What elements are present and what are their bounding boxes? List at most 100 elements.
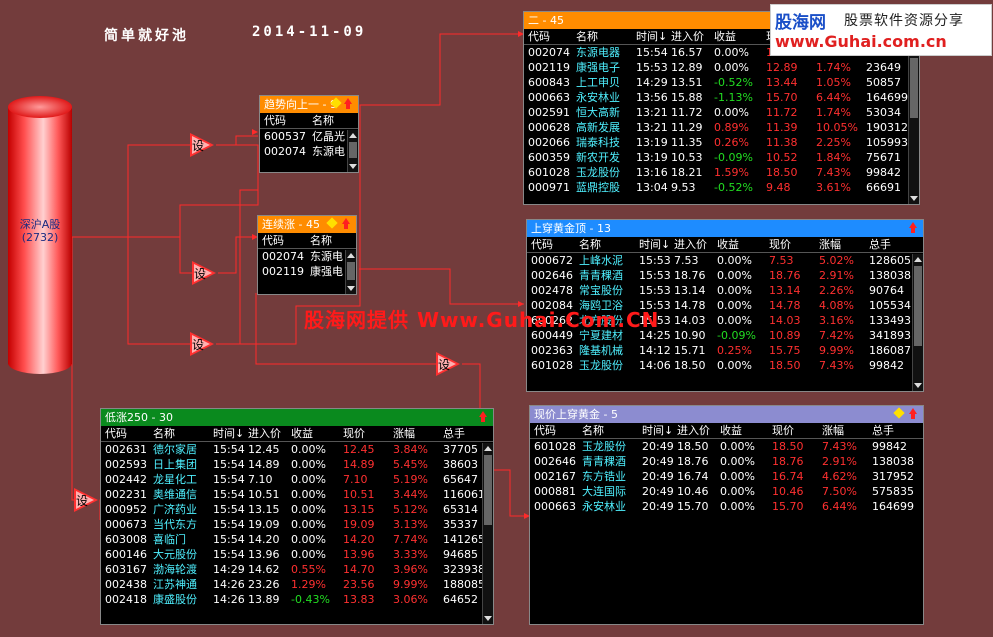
col-price[interactable]: 现价 <box>343 426 365 442</box>
table-row[interactable]: 600146 大元股份 15:54 13.96 0.00% 13.96 3.33% 94685 <box>101 547 493 562</box>
scrollbar[interactable] <box>912 254 923 391</box>
scrollbar[interactable] <box>482 443 493 624</box>
scroll-up-icon[interactable] <box>484 446 492 451</box>
col-code[interactable]: 代码 <box>528 29 550 45</box>
panel-lianxu[interactable]: 连续涨 - 45 代码 名称 002074 东源电 002119 康强电 <box>257 215 357 295</box>
table-row[interactable]: 000663 永安林业 13:56 15.88 -1.13% 15.70 6.44% 1646… <box>524 90 919 105</box>
col-code[interactable]: 代码 <box>534 423 556 439</box>
col-volume[interactable]: 总手 <box>443 426 465 442</box>
table-row[interactable]: 601028 玉龙股份 14:06 18.50 0.00% 18.50 7.43% 99842 <box>527 358 923 373</box>
list-item[interactable]: 002074 东源电 <box>258 249 356 264</box>
table-row[interactable]: 002631 德尔家居 15:54 12.45 0.00% 12.45 3.84% 37705 <box>101 442 493 457</box>
table-row[interactable]: 002591 恒大高新 13:21 11.72 0.00% 11.72 1.74% 53034 <box>524 105 919 120</box>
scroll-down-icon[interactable] <box>347 286 355 291</box>
panel-header[interactable]: 上穿黄金顶 - 13 <box>527 220 923 237</box>
col-name[interactable]: 名称 <box>153 426 175 442</box>
col-profit[interactable]: 收益 <box>720 423 742 439</box>
panel-current[interactable]: 现价上穿黄金 - 5 代码 名称 时间↓ 进入价 收益 现价 涨幅 总手 601028 玉龙股份… <box>529 405 924 625</box>
col-time[interactable]: 时间↓ <box>213 426 244 442</box>
scrollbar[interactable] <box>345 250 356 294</box>
logo-url: www.Guhai.com.cn <box>775 32 947 51</box>
col-time[interactable]: 时间↓ <box>642 423 673 439</box>
col-time[interactable]: 时间↓ <box>639 237 670 253</box>
scroll-down-icon[interactable] <box>914 383 922 388</box>
table-row[interactable]: 002646 青青稞酒 20:49 18.76 0.00% 18.76 2.91% 13803… <box>530 454 923 469</box>
list-item[interactable]: 002119 康强电 <box>258 264 356 279</box>
table-row[interactable]: 002167 东方锆业 20:49 16.74 0.00% 16.74 4.62% 31795… <box>530 469 923 484</box>
scroll-down-icon[interactable] <box>910 196 918 201</box>
col-volume[interactable]: 总手 <box>872 423 894 439</box>
panel-header[interactable]: 现价上穿黄金 - 5 <box>530 406 923 423</box>
table-row[interactable]: 002066 瑞泰科技 13:19 11.35 0.26% 11.38 2.25% 10599… <box>524 135 919 150</box>
col-code[interactable]: 代码 <box>531 237 553 253</box>
col-entry-price[interactable]: 进入价 <box>677 423 710 439</box>
scroll-up-icon[interactable] <box>347 253 355 258</box>
col-profit[interactable]: 收益 <box>717 237 739 253</box>
cell-volume: 64652 <box>443 593 478 606</box>
col-price[interactable]: 现价 <box>772 423 794 439</box>
table-row[interactable]: 000881 大连国际 20:49 10.46 0.00% 10.46 7.50% 57583… <box>530 484 923 499</box>
col-name[interactable]: 名称 <box>582 423 604 439</box>
set-button-current[interactable]: 设 <box>436 352 462 376</box>
table-row[interactable]: 000628 高新发展 13:21 11.29 0.89% 11.39 10.05% 1903… <box>524 120 919 135</box>
col-volume[interactable]: 总手 <box>869 237 891 253</box>
alert-flag-icon[interactable] <box>340 218 352 230</box>
col-entry-price[interactable]: 进入价 <box>674 237 707 253</box>
table-row[interactable]: 000952 广济药业 15:54 13.15 0.00% 13.15 5.12% 65314 <box>101 502 493 517</box>
scroll-down-icon[interactable] <box>349 164 357 169</box>
scrollbar[interactable] <box>908 46 919 204</box>
table-row[interactable]: 600843 上工申贝 14:29 13.51 -0.52% 13.44 1.05% 5085… <box>524 75 919 90</box>
col-name[interactable]: 名称 <box>579 237 601 253</box>
col-change[interactable]: 涨幅 <box>819 237 841 253</box>
table-row[interactable]: 000971 蓝鼎控股 13:04 9.53 -0.52% 9.48 3.61% 66691 <box>524 180 919 195</box>
table-row[interactable]: 600359 新农开发 13:19 10.53 -0.09% 10.52 1.84% 7567… <box>524 150 919 165</box>
col-profit[interactable]: 收益 <box>291 426 313 442</box>
col-name[interactable]: 名称 <box>576 29 598 45</box>
table-row[interactable]: 601028 玉龙股份 13:16 18.21 1.59% 18.50 7.43% 99842 <box>524 165 919 180</box>
panel-low[interactable]: 低涨250 - 30 代码 名称 时间↓ 进入价 收益 现价 涨幅 总手 002631 德尔家居… <box>100 408 494 625</box>
alert-flag-icon[interactable] <box>342 98 354 110</box>
list-item[interactable]: 002074 东源电 <box>260 144 358 159</box>
col-price[interactable]: 现价 <box>769 237 791 253</box>
table-row[interactable]: 002231 奥维通信 15:54 10.51 0.00% 10.51 3.44% 11606… <box>101 487 493 502</box>
set-button-trend[interactable]: 设 <box>190 133 216 157</box>
col-entry-price[interactable]: 进入价 <box>671 29 704 45</box>
table-row[interactable]: 002646 青青稞酒 15:53 18.76 0.00% 18.76 2.91% 13803… <box>527 268 923 283</box>
table-row[interactable]: 000663 永安林业 20:49 15.70 0.00% 15.70 6.44% 16469… <box>530 499 923 514</box>
table-row[interactable]: 002442 龙星化工 15:54 7.10 0.00% 7.10 5.19% 65647 <box>101 472 493 487</box>
alert-flag-icon[interactable] <box>907 408 919 420</box>
table-row[interactable]: 002478 常宝股份 15:53 13.14 0.00% 13.14 2.26% 90764 <box>527 283 923 298</box>
table-row[interactable]: 603167 渤海轮渡 14:29 14.62 0.55% 14.70 3.96% 32393… <box>101 562 493 577</box>
col-change[interactable]: 涨幅 <box>393 426 415 442</box>
set-button-lianxu[interactable]: 设 <box>192 261 218 285</box>
col-entry-price[interactable]: 进入价 <box>248 426 281 442</box>
scroll-up-icon[interactable] <box>349 133 357 138</box>
col-profit[interactable]: 收益 <box>714 29 736 45</box>
set-button-top[interactable]: 设 <box>190 332 216 356</box>
table-row[interactable]: 002438 江苏神通 14:26 23.26 1.29% 23.56 9.99% 18808… <box>101 577 493 592</box>
table-row[interactable]: 603008 喜临门 15:54 14.20 0.00% 14.20 7.74% 141265 <box>101 532 493 547</box>
col-change[interactable]: 涨幅 <box>822 423 844 439</box>
col-code[interactable]: 代码 <box>105 426 127 442</box>
panel-header[interactable]: 连续涨 - 45 <box>258 216 356 233</box>
col-time[interactable]: 时间↓ <box>636 29 667 45</box>
table-row[interactable]: 000672 上峰水泥 15:53 7.53 0.00% 7.53 5.02% 128605 <box>527 253 923 268</box>
panel-header[interactable]: 低涨250 - 30 <box>101 409 493 426</box>
scroll-up-icon[interactable] <box>914 257 922 262</box>
table-row[interactable]: 002363 隆基机械 14:12 15.71 0.25% 15.75 9.99% 18608… <box>527 343 923 358</box>
alert-flag-icon[interactable] <box>907 222 919 234</box>
table-row[interactable]: 002418 康盛股份 14:26 13.89 -0.43% 13.83 3.06% 6465… <box>101 592 493 607</box>
table-row[interactable]: 002119 康强电子 15:53 12.89 0.00% 12.89 1.74% 23649 <box>524 60 919 75</box>
market-source-cylinder[interactable]: 深沪A股 (2732) <box>8 96 72 376</box>
panel-header[interactable]: 趋势向上一 - 9 <box>260 96 358 113</box>
scrollbar[interactable] <box>347 130 358 172</box>
set-button-low[interactable]: 设 <box>74 488 100 512</box>
table-row[interactable]: 601028 玉龙股份 20:49 18.50 0.00% 18.50 7.43% 99842 <box>530 439 923 454</box>
alert-flag-icon[interactable] <box>477 411 489 423</box>
table-row[interactable]: 000673 当代东方 15:54 19.09 0.00% 19.09 3.13% 35337 <box>101 517 493 532</box>
cell-name: 广济药业 <box>153 503 197 516</box>
list-item[interactable]: 600537 亿晶光 <box>260 129 358 144</box>
scroll-down-icon[interactable] <box>484 616 492 621</box>
panel-trend[interactable]: 趋势向上一 - 9 代码 名称 600537 亿晶光 002074 东源电 <box>259 95 359 173</box>
table-row[interactable]: 002593 日上集团 15:54 14.89 0.00% 14.89 5.45% 38603 <box>101 457 493 472</box>
